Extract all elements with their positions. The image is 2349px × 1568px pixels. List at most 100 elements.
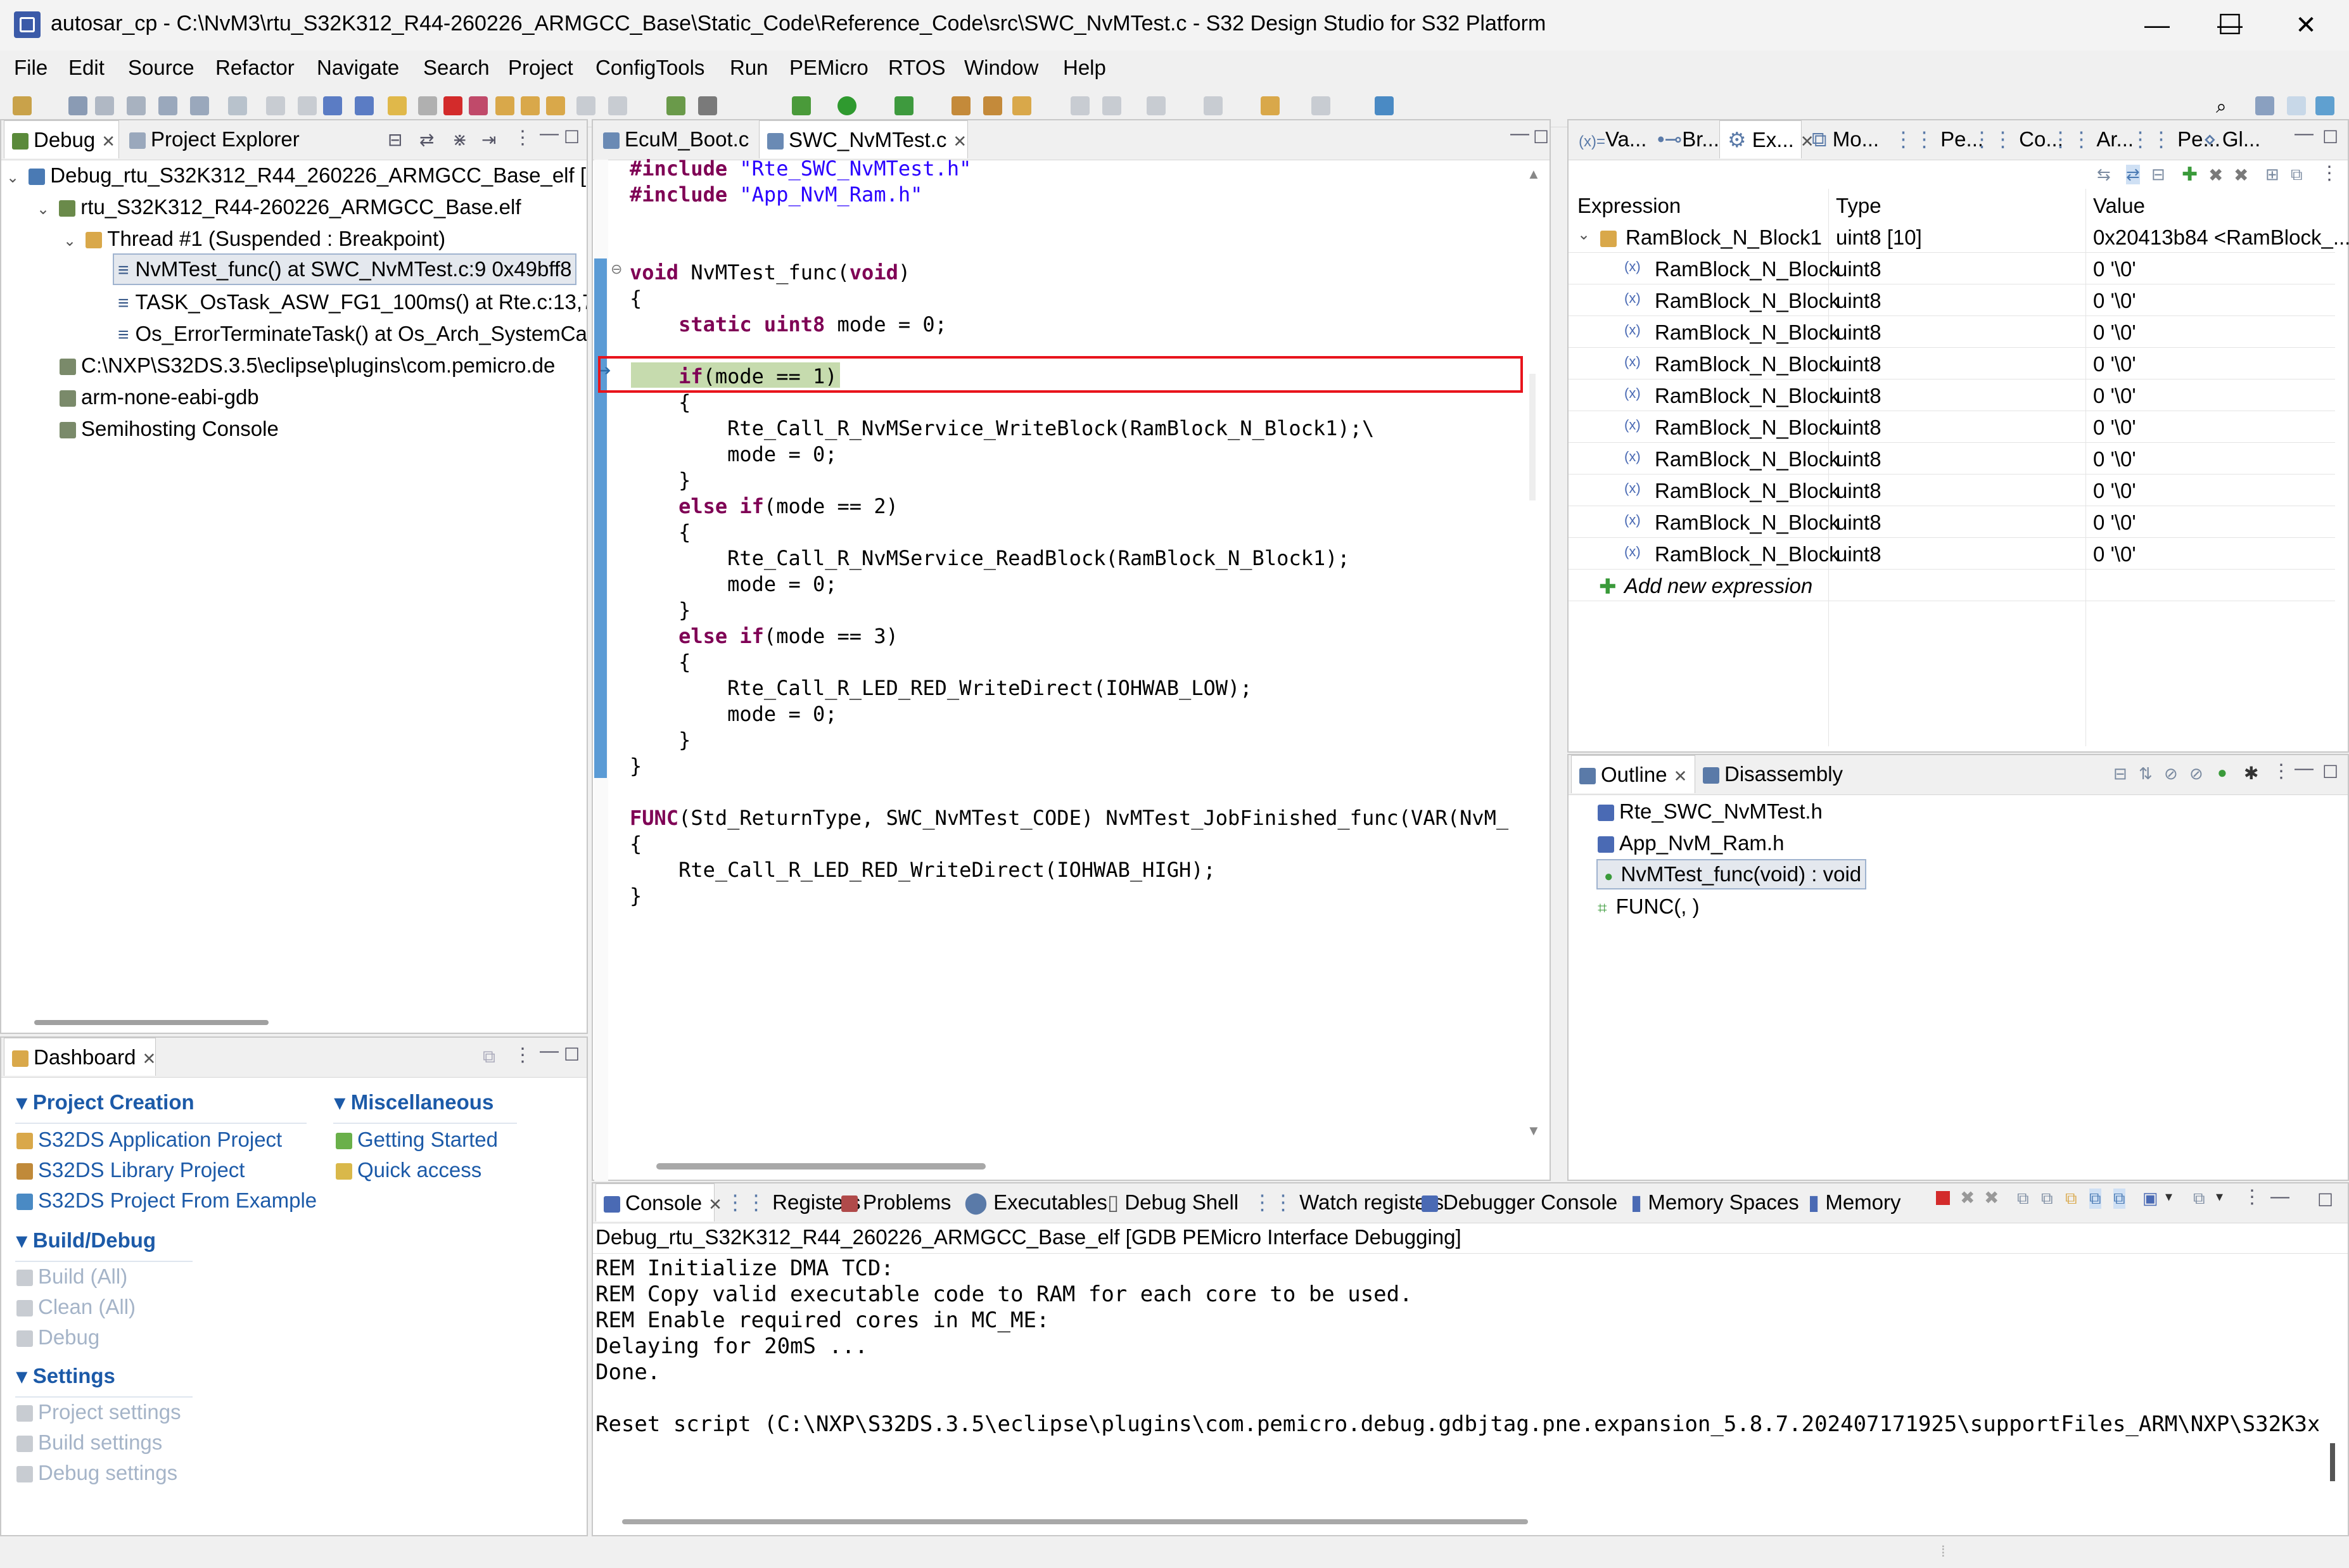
pin-console-icon[interactable]: ▣ (2142, 1189, 2158, 1208)
chevron-down-icon[interactable]: ⌄ (6, 169, 19, 186)
tree-launch[interactable]: ⌄ Debug_rtu_S32K312_R44_260226_ARMGCC_Ba… (6, 160, 587, 191)
save-icon[interactable] (68, 96, 87, 115)
debug-perspective-icon[interactable] (2315, 96, 2334, 115)
annotation-icon[interactable] (1071, 96, 1090, 115)
hide-macros-icon[interactable]: ✱ (2244, 763, 2258, 784)
code-line[interactable]: void NvMTest_func(void) (630, 260, 910, 286)
tab-arm[interactable]: ⋮⋮ Ar... (2042, 120, 2134, 158)
clear-console-icon[interactable]: ⧉ (2017, 1189, 2029, 1209)
terminate-icon[interactable] (443, 96, 462, 115)
code-line[interactable]: } (630, 753, 642, 779)
code-line[interactable]: { (630, 286, 642, 312)
expr-value[interactable]: 0 '\0' (2093, 352, 2136, 376)
resume-icon[interactable] (388, 96, 407, 115)
code-line[interactable]: #include "App_NvM_Ram.h" (630, 182, 922, 208)
code-line[interactable]: Rte_Call_R_LED_RED_WriteDirect(IOHWAB_HI… (630, 857, 1216, 883)
chevron-down-icon[interactable]: ⌄ (37, 201, 49, 218)
code-line[interactable]: mode = 0; (630, 701, 837, 727)
hide-fields-icon[interactable]: ⊘ (2164, 764, 2178, 784)
view-menu-icon[interactable]: ⋮ (2320, 162, 2339, 184)
chevron-down-icon[interactable]: ▾ (2216, 1189, 2223, 1205)
expr-value[interactable]: 0 '\0' (2093, 384, 2136, 408)
code-line[interactable]: } (630, 727, 691, 753)
pin-editor-icon[interactable] (1375, 96, 1394, 115)
tree-frame-2[interactable]: ≡ Os_ErrorTerminateTask() at Os_Arch_Syst… (114, 318, 587, 350)
section-project-creation[interactable]: ▾ Project Creation (16, 1090, 194, 1114)
minimize-view-icon[interactable]: — (2295, 123, 2314, 144)
show-stdout-icon[interactable]: ⧉ (2089, 1189, 2101, 1209)
hide-nonpublic-icon[interactable]: ● (2217, 763, 2227, 782)
print-icon[interactable] (127, 96, 146, 115)
close-icon[interactable]: ✕ (953, 132, 967, 151)
tree-gdb-server[interactable]: C:\NXP\S32DS.3.5\eclipse\plugins\com.pem… (60, 350, 555, 381)
word-wrap-icon[interactable]: ⧉ (2065, 1189, 2077, 1209)
code-line[interactable]: FUNC(Std_ReturnType, SWC_NvMTest_CODE) N… (630, 805, 1508, 831)
expr-value[interactable]: 0 '\0' (2093, 321, 2136, 345)
view-menu-icon[interactable]: ⋮ (2243, 1186, 2262, 1208)
remove-all-icon[interactable]: ✖ (2234, 165, 2248, 186)
add-icon[interactable]: ✚ (2182, 163, 2198, 186)
code-line[interactable]: else if(mode == 2) (630, 494, 898, 519)
section-build-debug[interactable]: ▾ Build/Debug (16, 1228, 156, 1252)
code-line[interactable]: } (630, 468, 691, 494)
code-line[interactable]: { (630, 519, 691, 545)
minimize-view-icon[interactable]: — (2295, 758, 2314, 779)
tab-watch-registers[interactable]: ⋮⋮ Watch registers (1244, 1183, 1444, 1221)
tab-core-registers[interactable]: ⋮⋮ Co... (1964, 120, 2063, 158)
expr-child-row[interactable]: (x) RamBlock_N_Block uint8 0 '\0' (1569, 442, 2335, 475)
terminate-icon[interactable] (1936, 1191, 1950, 1205)
build-icon[interactable] (158, 96, 177, 115)
maximize-view-icon[interactable]: ☐ (564, 127, 580, 148)
console-vertical-scrollbar[interactable] (2330, 1443, 2335, 1481)
tab-global[interactable]: ⋄ Gl... (2196, 120, 2272, 158)
maximize-view-icon[interactable]: ☐ (2322, 127, 2338, 148)
code-line[interactable]: } (630, 597, 691, 623)
sort-icon[interactable]: ⇅ (2139, 764, 2153, 784)
code-line[interactable]: Rte_Call_R_NvMService_WriteBlock(RamBloc… (630, 416, 1374, 442)
run-icon[interactable] (837, 96, 856, 115)
code-line[interactable]: { (630, 390, 691, 416)
tab-disassembly[interactable]: Disassembly (1695, 755, 1845, 793)
debug-tree-scrollbar[interactable] (34, 1020, 269, 1025)
tab-variables[interactable]: (x)=Va... (1571, 120, 1653, 158)
step-filter-icon[interactable]: ⇥ (481, 129, 496, 150)
menu-edit[interactable]: Edit (68, 56, 105, 80)
minimize-view-icon[interactable]: — (2270, 1186, 2289, 1208)
link-editor-icon[interactable]: ⇄ (419, 129, 434, 150)
filter-icon[interactable]: ⋇ (452, 129, 467, 150)
tab-debugger-console[interactable]: Debugger Console (1414, 1183, 1623, 1221)
maximize-window-button[interactable]: ☐ (2198, 6, 2262, 44)
debug-config-icon[interactable] (792, 96, 811, 115)
outline-item-include-2[interactable]: App_NvM_Ram.h (1598, 827, 1784, 859)
menu-project[interactable]: Project (508, 56, 573, 80)
editor-horizontal-scrollbar[interactable] (656, 1163, 986, 1170)
tab-executables[interactable]: ⬤ Executables (957, 1183, 1107, 1221)
redo-icon[interactable] (298, 96, 317, 115)
code-line[interactable]: mode = 0; (630, 571, 837, 597)
expr-value[interactable]: 0 '\0' (2093, 542, 2136, 566)
code-line[interactable]: { (630, 831, 642, 857)
collapse-all-icon[interactable]: ⊟ (2113, 764, 2127, 784)
instruction-step-icon[interactable] (576, 96, 595, 115)
expr-value[interactable]: 0 '\0' (2093, 479, 2136, 503)
tab-debug-shell[interactable]: ▯ Debug Shell (1100, 1183, 1243, 1221)
memory-icon[interactable] (698, 96, 717, 115)
close-window-button[interactable]: ✕ (2274, 6, 2338, 44)
tree-thread[interactable]: ⌄ Thread #1 (Suspended : Breakpoint) (63, 223, 445, 255)
code-line[interactable]: } (630, 883, 642, 909)
step-into-icon[interactable] (495, 96, 514, 115)
menu-pemicro[interactable]: PEMicro (789, 56, 869, 80)
menu-run[interactable]: Run (730, 56, 768, 80)
close-icon[interactable]: ✕ (101, 132, 115, 151)
code-line[interactable]: #include "Rte_SWC_NvMTest.h" (630, 156, 971, 182)
menu-help[interactable]: Help (1063, 56, 1106, 80)
tab-modules[interactable]: ⧉ Mo... (1804, 120, 1887, 158)
layout-icon[interactable]: ⇆ (2097, 165, 2111, 184)
chevron-down-icon[interactable]: ⌄ (1577, 226, 1590, 244)
outline-item-macro[interactable]: ⌗ FUNC(, ) (1598, 891, 1700, 922)
menu-window[interactable]: Window (964, 56, 1038, 80)
view-menu-icon[interactable]: ⋮ (2272, 760, 2291, 782)
menu-navigate[interactable]: Navigate (317, 56, 399, 80)
collapse-all-icon[interactable]: ⊟ (388, 129, 402, 150)
undo-icon[interactable] (266, 96, 285, 115)
